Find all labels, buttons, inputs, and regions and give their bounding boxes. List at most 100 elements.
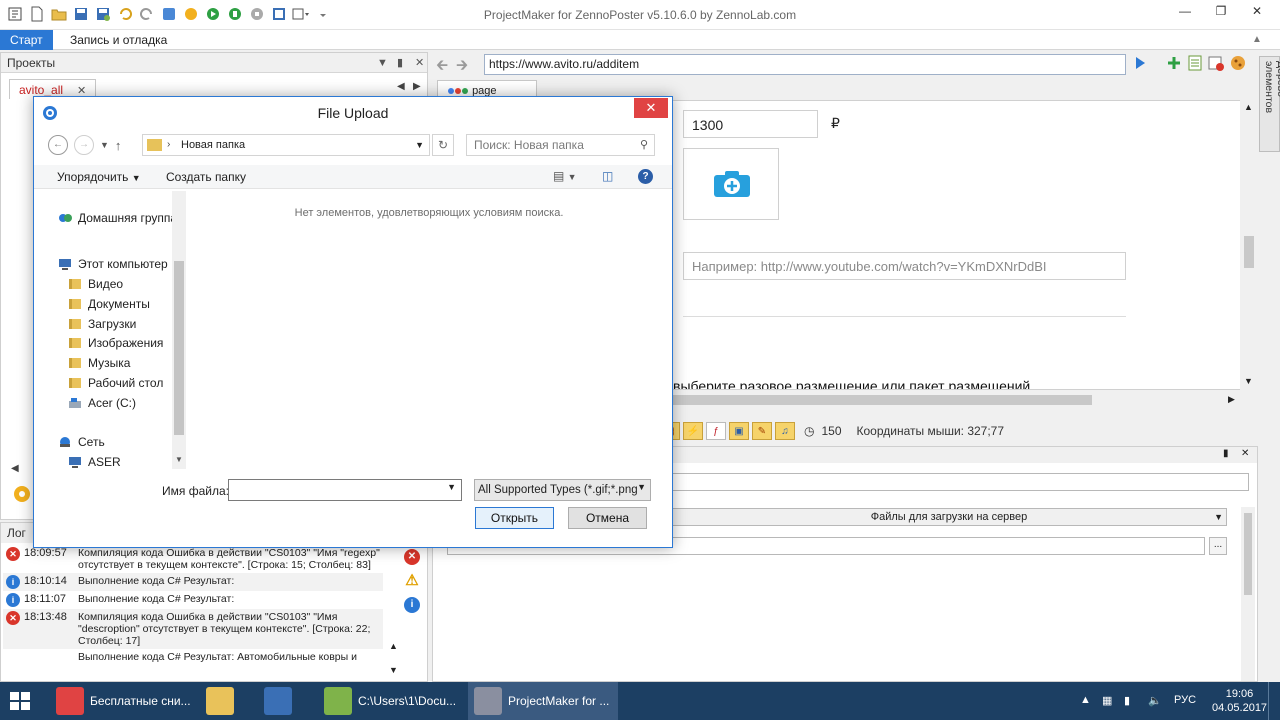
battery-icon[interactable]: ▮ bbox=[1124, 694, 1130, 707]
view-options-icon[interactable]: ▤ ▼ bbox=[553, 169, 577, 183]
gear-icon[interactable] bbox=[11, 483, 33, 505]
clear-icon[interactable] bbox=[1208, 55, 1224, 74]
script-toggle-icon[interactable]: ⚡ bbox=[683, 422, 703, 440]
list-icon[interactable] bbox=[1188, 55, 1202, 74]
chevron-down-icon[interactable]: ▼ bbox=[447, 482, 456, 492]
dialog-close-button[interactable]: ✕ bbox=[634, 98, 668, 118]
forward-button[interactable]: → bbox=[74, 135, 94, 155]
volume-icon[interactable]: 🔈 bbox=[1148, 694, 1162, 707]
scroll-up-icon[interactable]: ▲ bbox=[1244, 102, 1253, 112]
network-icon[interactable]: ▦ bbox=[1102, 694, 1112, 707]
tree-scroll-down-icon[interactable]: ▼ bbox=[175, 455, 183, 464]
frames-icon[interactable]: ▣ bbox=[729, 422, 749, 440]
music-icon[interactable]: ♫ bbox=[775, 422, 795, 440]
cancel-button[interactable]: Отмена bbox=[568, 507, 647, 529]
search-icon[interactable]: ⚲ bbox=[640, 138, 648, 151]
search-input[interactable]: Поиск: Новая папка ⚲ bbox=[466, 134, 655, 156]
close-window-button[interactable]: ✕ bbox=[1240, 0, 1274, 22]
tree-item[interactable]: Домашняя группа bbox=[58, 209, 177, 227]
property-input[interactable] bbox=[671, 473, 1249, 491]
open-button[interactable]: Открыть bbox=[475, 507, 554, 529]
page-vertical-scrollbar[interactable]: ▲ ▼ bbox=[1240, 100, 1256, 390]
tree-item[interactable]: Документы bbox=[68, 295, 150, 313]
new-folder-button[interactable]: Создать папку bbox=[166, 170, 246, 184]
go-icon[interactable] bbox=[1136, 57, 1145, 69]
refresh-button[interactable]: ↻ bbox=[432, 134, 454, 156]
panel-dropdown-icon[interactable]: ▼ bbox=[377, 53, 388, 73]
tree-item[interactable]: Видео bbox=[68, 275, 123, 293]
tree-item[interactable]: Сеть bbox=[58, 433, 105, 451]
add-photo-button[interactable] bbox=[683, 148, 779, 220]
taskbar-item[interactable]: Бесплатные сни... bbox=[50, 682, 194, 720]
panel-pin-icon[interactable]: ▮ bbox=[1223, 448, 1229, 459]
system-clock[interactable]: 19:06 04.05.2017 bbox=[1212, 687, 1267, 715]
tabs-right-icon[interactable]: ▶ bbox=[413, 81, 421, 92]
cookies-icon[interactable] bbox=[1230, 55, 1246, 74]
log-scroll-down-icon[interactable]: ▼ bbox=[389, 665, 398, 675]
props-scroll-thumb[interactable] bbox=[1244, 513, 1252, 595]
forward-arrow-icon[interactable]: 🡲 bbox=[456, 55, 468, 80]
language-indicator[interactable]: РУС bbox=[1174, 694, 1196, 706]
tab-start[interactable]: Старт bbox=[0, 30, 53, 50]
back-button[interactable]: ← bbox=[48, 135, 68, 155]
tree-item[interactable]: Изображения bbox=[68, 334, 163, 352]
add-action-icon[interactable] bbox=[1166, 55, 1182, 74]
scroll-down-icon[interactable]: ▼ bbox=[1244, 376, 1253, 386]
tree-item[interactable]: Рабочий стол bbox=[68, 374, 163, 392]
price-input[interactable]: 1300 bbox=[683, 110, 818, 138]
tabs-left-icon[interactable]: ◀ bbox=[397, 81, 405, 92]
filename-input[interactable]: ▼ bbox=[228, 479, 462, 501]
back-arrow-icon[interactable]: 🡰 bbox=[436, 55, 448, 80]
taskbar-item[interactable] bbox=[258, 682, 312, 720]
organize-menu[interactable]: Упорядочить ▼ bbox=[57, 170, 141, 184]
filter-errors-icon[interactable]: ✕ bbox=[404, 549, 420, 565]
address-bar[interactable]: › Новая папка ▼ bbox=[142, 134, 430, 156]
filetype-select[interactable]: All Supported Types (*.gif;*.png ▼ bbox=[474, 479, 651, 501]
log-row[interactable]: ✕ 18:09:57 Компиляция кода Ошибка в действ… bbox=[3, 545, 383, 573]
scroll-thumb[interactable] bbox=[1244, 236, 1254, 268]
filter-warnings-icon[interactable]: ⚠ bbox=[404, 573, 420, 589]
tree-item[interactable]: Этот компьютер bbox=[58, 255, 168, 273]
help-icon[interactable]: ? bbox=[638, 169, 653, 184]
url-input[interactable]: https://www.avito.ru/additem bbox=[484, 54, 1126, 75]
ribbon-collapse-icon[interactable]: ▲ bbox=[1252, 30, 1262, 50]
show-desktop-button[interactable] bbox=[1268, 682, 1280, 720]
tree-scroll-thumb[interactable] bbox=[174, 261, 184, 435]
panel-pin-icon[interactable]: ▮ bbox=[397, 53, 403, 73]
properties-scrollbar[interactable] bbox=[1241, 507, 1255, 681]
video-url-input[interactable]: Например: http://www.youtube.com/watch?v… bbox=[683, 252, 1126, 280]
tree-item[interactable]: ASER bbox=[68, 453, 121, 469]
tree-item[interactable]: Acer (C:) bbox=[68, 394, 136, 412]
panel-close-icon[interactable]: ✕ bbox=[415, 53, 424, 73]
browse-button[interactable]: ... bbox=[1209, 537, 1227, 555]
up-arrow-icon[interactable]: ↑ bbox=[115, 138, 122, 153]
css-toggle-icon[interactable]: ✎ bbox=[752, 422, 772, 440]
chevron-down-icon[interactable]: ▼ bbox=[415, 135, 424, 155]
panel-close-icon[interactable]: ✕ bbox=[1241, 448, 1249, 459]
element-tree-tab[interactable]: Дерево элементов bbox=[1259, 56, 1280, 152]
tray-up-icon[interactable]: ▲ bbox=[1080, 694, 1091, 706]
scroll-left-icon[interactable]: ◀ bbox=[11, 463, 19, 474]
tree-item[interactable]: Загрузки bbox=[68, 315, 136, 333]
upload-type-select[interactable]: Файлы для загрузки на сервер ▼ bbox=[671, 508, 1227, 526]
log-row[interactable]: i 18:11:07 Выполнение кода C# Результат: bbox=[3, 591, 383, 609]
file-list[interactable]: Нет элементов, удовлетворяющих условиям … bbox=[188, 191, 670, 469]
taskbar-item[interactable] bbox=[200, 682, 254, 720]
log-row[interactable]: i 18:10:14 Выполнение кода C# Результат: bbox=[3, 573, 383, 591]
hscroll-thumb[interactable] bbox=[672, 395, 1092, 405]
taskbar-item[interactable]: ProjectMaker for ... bbox=[468, 682, 618, 720]
scroll-right-icon[interactable]: ▶ bbox=[1228, 394, 1235, 405]
recent-locations-icon[interactable]: ▼ bbox=[100, 140, 109, 150]
taskbar-item[interactable]: C:\Users\1\Docu... bbox=[318, 682, 464, 720]
address-folder[interactable]: Новая папка bbox=[181, 139, 245, 151]
flash-icon[interactable]: ƒ bbox=[706, 422, 726, 440]
tab-record-debug[interactable]: Запись и отладка bbox=[60, 30, 177, 50]
restore-button[interactable]: ❐ bbox=[1204, 0, 1238, 22]
log-row[interactable]: Выполнение кода C# Результат: Автомобиль… bbox=[3, 649, 383, 667]
log-row[interactable]: ✕ 18:13:48 Компиляция кода Ошибка в действ… bbox=[3, 609, 383, 649]
tree-item[interactable]: Музыка bbox=[68, 354, 130, 372]
breadcrumb-separator-icon[interactable]: › bbox=[167, 135, 170, 155]
minimize-button[interactable]: — bbox=[1168, 0, 1202, 22]
filter-info-icon[interactable]: i bbox=[404, 597, 420, 613]
windows-start-icon[interactable] bbox=[10, 692, 30, 710]
